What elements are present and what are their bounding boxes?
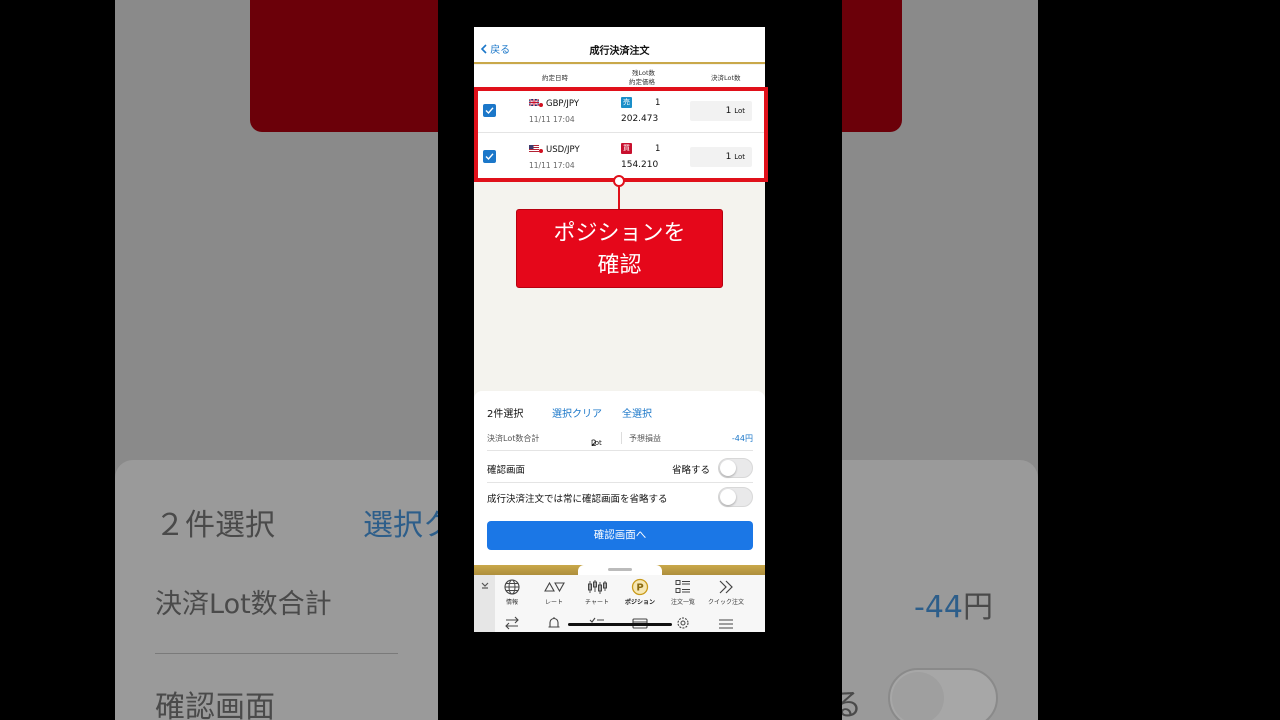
bg-skip-text: る	[842, 688, 862, 720]
summary-row: 決済Lot数合計 2 Lot 予想損益 -44円	[487, 427, 753, 451]
column-headers: 約定日時 残Lot数 約定価格 決済Lot数	[474, 65, 765, 87]
bell-icon	[548, 617, 560, 628]
candlestick-icon	[588, 580, 607, 594]
bg-confirm-label: 確認画面	[155, 690, 275, 720]
background-blur-left: ２件選択 選択ク 決済Lot数合計 確認画面	[115, 0, 438, 720]
hamburger-menu-icon	[719, 619, 733, 629]
tab-label: 注文一覧	[670, 599, 695, 606]
nav-bar: 戻る 成行決済注文	[474, 27, 765, 64]
tab-info[interactable]: 情報	[491, 578, 533, 606]
transfer-arrows-icon	[505, 616, 519, 630]
select-all-button[interactable]: 全選択	[622, 405, 652, 420]
col-close-lots: 決済Lot数	[711, 74, 741, 82]
tab-position[interactable]: P ポジション	[619, 578, 661, 606]
callout-connector-dot	[613, 175, 625, 187]
bg-selected-count: ２件選択	[155, 508, 275, 543]
col-price: 約定価格	[629, 78, 655, 86]
skip-confirm-toggle[interactable]	[718, 458, 753, 478]
highlight-box	[474, 87, 768, 182]
video-frame: ２件選択 選択ク 決済Lot数合計 確認画面 -44円 る 戻る 成行決済注文 …	[0, 0, 1280, 720]
selected-count: 2件選択	[487, 409, 524, 420]
globe-icon	[504, 579, 520, 595]
order-bottom-sheet: 2件選択 選択クリア 全選択 決済Lot数合計 2 Lot 予想損益 -44円 …	[474, 391, 765, 569]
gear-icon	[677, 617, 689, 629]
skip-label: 省略する	[671, 465, 710, 476]
tab-label: チャート	[585, 599, 609, 606]
drawer-handle[interactable]	[578, 565, 662, 575]
background-blur-right: -44円 る	[842, 0, 1038, 720]
pnl-label: 予想損益	[629, 434, 661, 443]
position-p-icon: P	[631, 578, 649, 596]
clear-selection-button[interactable]: 選択クリア	[552, 405, 602, 420]
callout-line-1: ポジションを	[553, 221, 686, 246]
collapse-down-icon	[481, 582, 488, 589]
page-title: 成行決済注文	[589, 46, 650, 57]
always-skip-label: 成行決済注文では常に確認画面を省略する	[487, 494, 668, 505]
bg-toggle	[888, 668, 998, 720]
bg-pnl-value: -44円	[914, 590, 993, 625]
tab-quick-order[interactable]: クイック注文	[705, 578, 747, 606]
always-skip-row: 成行決済注文では常に確認画面を省略する	[487, 484, 753, 514]
rate-triangles-icon	[544, 581, 565, 593]
go-to-confirm-button[interactable]: 確認画面へ	[487, 521, 753, 550]
menu-button[interactable]	[705, 615, 747, 632]
callout-line-2: 確認	[597, 253, 642, 278]
quick-order-chevrons-icon	[719, 580, 733, 594]
total-lots-label: 決済Lot数合計	[487, 434, 540, 443]
transfer-button[interactable]	[491, 615, 533, 632]
tab-label: クイック注文	[707, 599, 744, 606]
col-date: 約定日時	[542, 74, 568, 82]
tab-label: レート	[544, 599, 563, 606]
order-list-icon	[675, 580, 690, 593]
tab-rate[interactable]: レート	[533, 578, 575, 606]
tab-label: 情報	[505, 599, 518, 606]
bg-total-label: 決済Lot数合計	[155, 589, 332, 620]
summary-divider	[621, 432, 622, 444]
home-indicator	[568, 623, 672, 626]
tab-order-list[interactable]: 注文一覧	[662, 578, 704, 606]
svg-text:P: P	[636, 583, 643, 594]
pnl-value: -44円	[731, 434, 753, 443]
confirm-screen-row: 確認画面 省略する	[487, 453, 753, 483]
always-skip-toggle[interactable]	[718, 487, 753, 507]
annotation-callout: ポジションを 確認	[516, 209, 723, 288]
tab-label: ポジション	[624, 599, 655, 606]
bg-clear-text: 選択ク	[363, 508, 438, 543]
confirm-screen-label: 確認画面	[487, 465, 526, 476]
tab-bar: 情報 レート チャート P ポジション 注文一覧 クイック注文	[474, 575, 765, 632]
tab-chart[interactable]: チャート	[576, 578, 618, 606]
